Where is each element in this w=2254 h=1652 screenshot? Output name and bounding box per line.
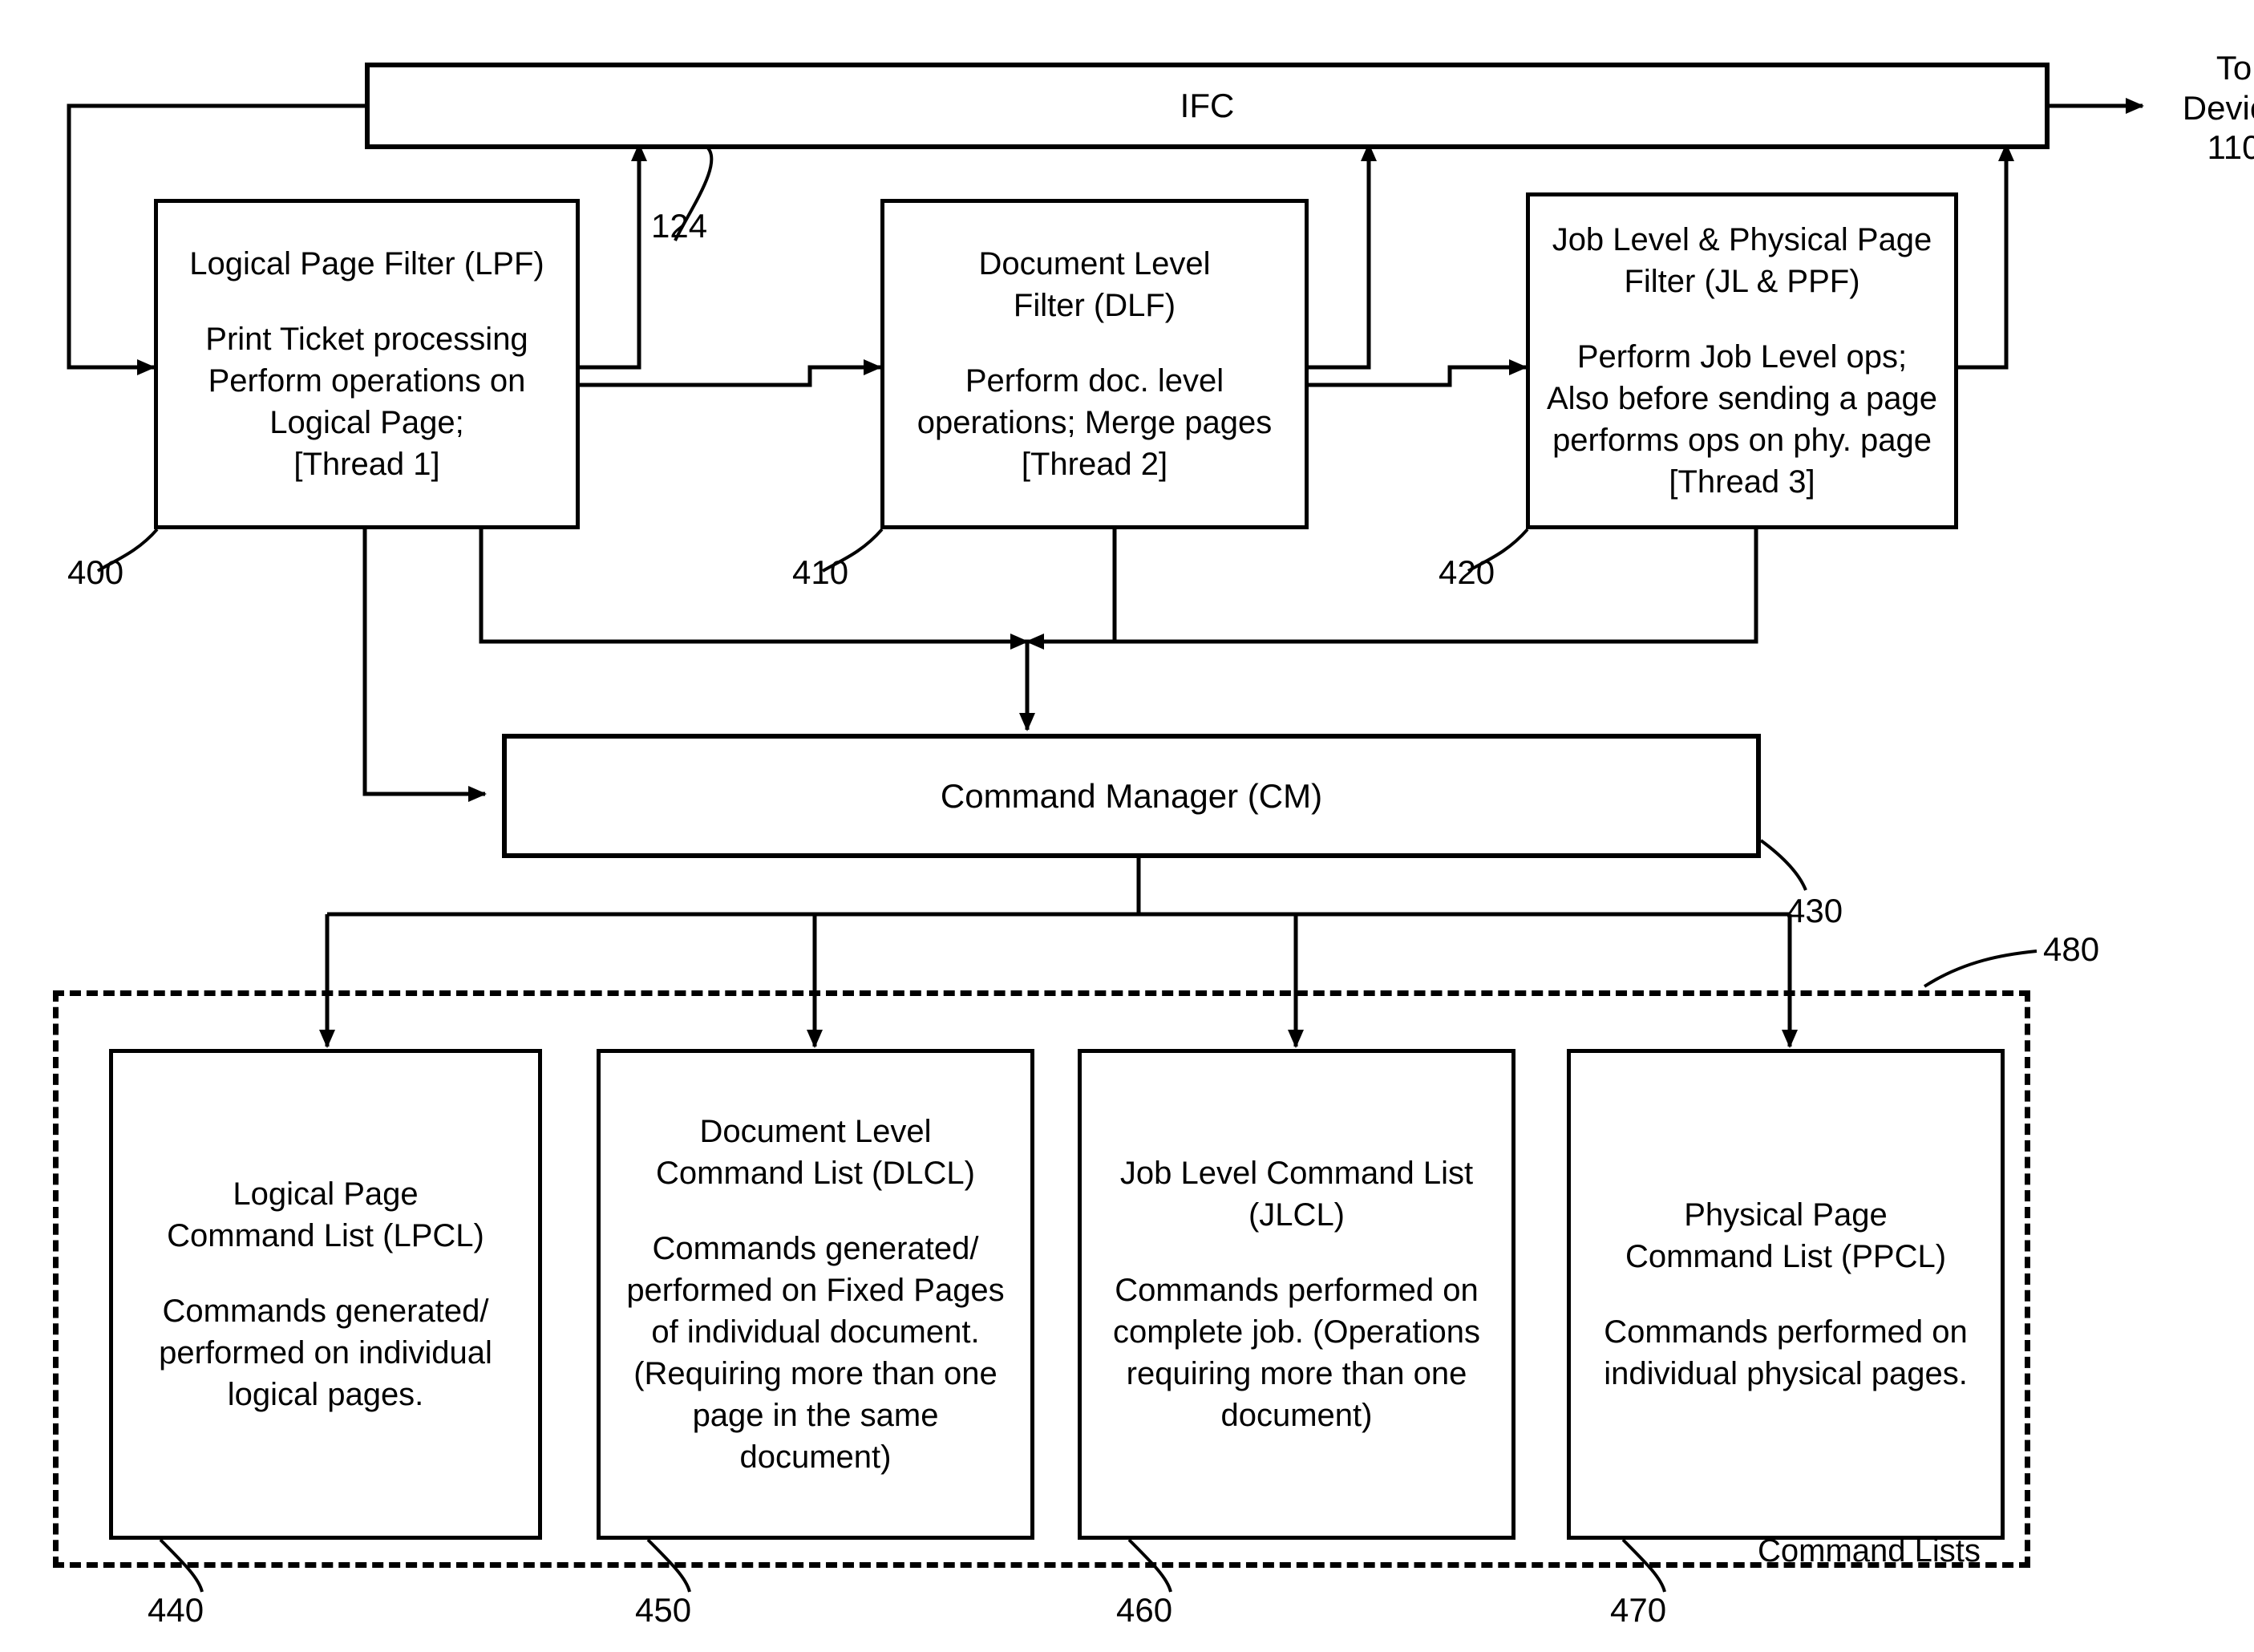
diagram-canvas: IFC To Device 110 124 Logical Page Filte… [0,0,2254,1652]
command-manager-block[interactable]: Command Manager (CM) [502,734,1761,858]
leader-480 [1923,949,2038,988]
dlcl-body: Commands generated/ performed on Fixed P… [626,1231,1005,1475]
jlppf-body: Perform Job Level ops; Also before sendi… [1546,339,1938,500]
ppcl-title: Physical Page Command List (PPCL) [1625,1197,1947,1274]
dlf-body: Perform doc. level operations; Merge pag… [917,363,1273,482]
ref-410: 410 [792,553,849,591]
edge-lpf-bottom-to-bus [479,529,1029,650]
edge-dlf-to-ifc [1309,143,1377,370]
logical-page-command-list-block[interactable]: Logical Page Command List (LPCL) Command… [109,1049,542,1540]
command-lists-caption: Command Lists [1758,1533,1981,1569]
command-manager-label: Command Manager (CM) [940,776,1323,815]
lpcl-body: Commands generated/ performed on individ… [159,1294,492,1412]
edge-jlppf-to-bus [1026,529,1758,650]
edge-lpf-to-cm [362,529,487,802]
jlcl-body: Commands performed on complete job. (Ope… [1112,1273,1480,1433]
job-level-command-list-block[interactable]: Job Level Command List (JLCL) Commands p… [1078,1049,1515,1540]
ppcl-body: Commands performed on individual physica… [1604,1314,1968,1391]
ref-480: 480 [2043,930,2100,968]
ifc-block[interactable]: IFC [365,63,2050,149]
to-device-label: To Device 110 [2182,49,2254,167]
logical-page-filter-block[interactable]: Logical Page Filter (LPF) Print Ticket p… [154,199,580,529]
ref-400: 400 [67,553,124,591]
lpf-title: Logical Page Filter (LPF) [189,246,544,281]
document-level-filter-block[interactable]: Document Level Filter (DLF) Perform doc.… [880,199,1309,529]
ref-420: 420 [1439,553,1495,591]
ifc-label: IFC [1180,87,1235,124]
ref-450: 450 [635,1591,692,1629]
physical-page-command-list-block[interactable]: Physical Page Command List (PPCL) Comman… [1567,1049,2005,1540]
edge-lpf-to-dlf [580,359,882,387]
dlf-title: Document Level Filter (DLF) [978,246,1211,323]
document-level-command-list-block[interactable]: Document Level Command List (DLCL) Comma… [597,1049,1034,1540]
ref-124: 124 [651,207,708,245]
jlppf-title: Job Level & Physical Page Filter (JL & P… [1552,222,1932,299]
ref-430: 430 [1787,892,1843,929]
lpf-body: Print Ticket processing Perform operatio… [205,322,528,482]
edge-lpf-to-ifc [580,143,647,370]
edge-jlppf-to-ifc [1958,143,2014,370]
dlcl-title: Document Level Command List (DLCL) [656,1114,975,1191]
edge-dlf-to-jlppf [1309,359,1528,387]
ref-470: 470 [1610,1591,1667,1629]
ref-460: 460 [1116,1591,1173,1629]
leader-430 [1759,839,1807,891]
lpcl-title: Logical Page Command List (LPCL) [167,1176,484,1253]
ref-440: 440 [148,1591,204,1629]
jlcl-title: Job Level Command List (JLCL) [1119,1156,1474,1233]
job-level-physical-page-filter-block[interactable]: Job Level & Physical Page Filter (JL & P… [1526,192,1958,529]
